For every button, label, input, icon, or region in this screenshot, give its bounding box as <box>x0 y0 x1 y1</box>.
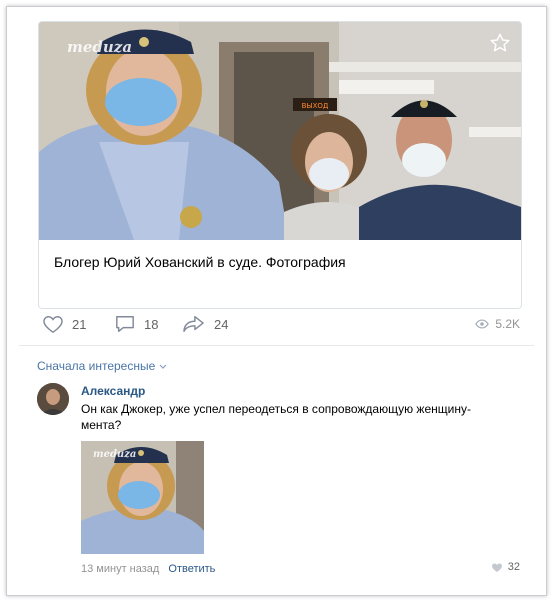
comment-time: 13 минут назад <box>81 563 160 575</box>
divider <box>19 345 534 346</box>
post-card: ВЫХОД meduza Блогер Юрий Хованский в суд… <box>6 6 547 596</box>
comment-button[interactable]: 18 <box>114 312 158 336</box>
comment-photo-image: meduza <box>81 441 204 554</box>
post-attachment[interactable]: ВЫХОД meduza Блогер Юрий Хованский в суд… <box>38 21 522 309</box>
avatar[interactable] <box>37 383 69 415</box>
share-arrow-icon <box>183 316 204 332</box>
exit-sign: ВЫХОД <box>302 102 329 110</box>
comment-icon <box>116 316 134 332</box>
comment-meta: 13 минут назад Ответить <box>81 563 215 575</box>
like-count: 21 <box>72 316 87 332</box>
comment-photo-watermark: meduza <box>93 449 136 460</box>
views-count: 5.2K <box>495 317 520 331</box>
share-count: 24 <box>214 316 229 332</box>
comment-like-button[interactable]: 32 <box>491 561 520 573</box>
comment-author[interactable]: Александр <box>81 384 145 398</box>
reply-button[interactable]: Ответить <box>168 563 215 575</box>
post-caption: Блогер Юрий Хованский в суде. Фотография <box>54 254 346 270</box>
post-photo[interactable]: ВЫХОД meduza <box>39 22 521 240</box>
avatar-image <box>37 383 69 415</box>
post-actions: 21 18 24 5.2K <box>38 312 520 336</box>
views-counter: 5.2K <box>475 312 520 336</box>
chevron-down-icon <box>159 364 167 369</box>
like-button[interactable]: 21 <box>42 312 86 336</box>
star-icon <box>490 33 510 52</box>
bookmark-button[interactable] <box>489 32 511 54</box>
heart-icon <box>43 315 63 334</box>
eye-icon <box>475 319 490 329</box>
sort-label: Сначала интересные <box>37 359 156 373</box>
share-button[interactable]: 24 <box>182 312 228 336</box>
heart-icon <box>491 563 502 572</box>
comment-photo[interactable]: meduza <box>81 441 204 554</box>
comment-like-count: 32 <box>507 561 520 573</box>
photo-watermark: meduza <box>67 38 132 56</box>
comment-count: 18 <box>144 316 159 332</box>
comment-text: Он как Джокер, уже успел переодеться в с… <box>81 402 471 432</box>
comment-sort-dropdown[interactable]: Сначала интересные <box>37 359 167 373</box>
